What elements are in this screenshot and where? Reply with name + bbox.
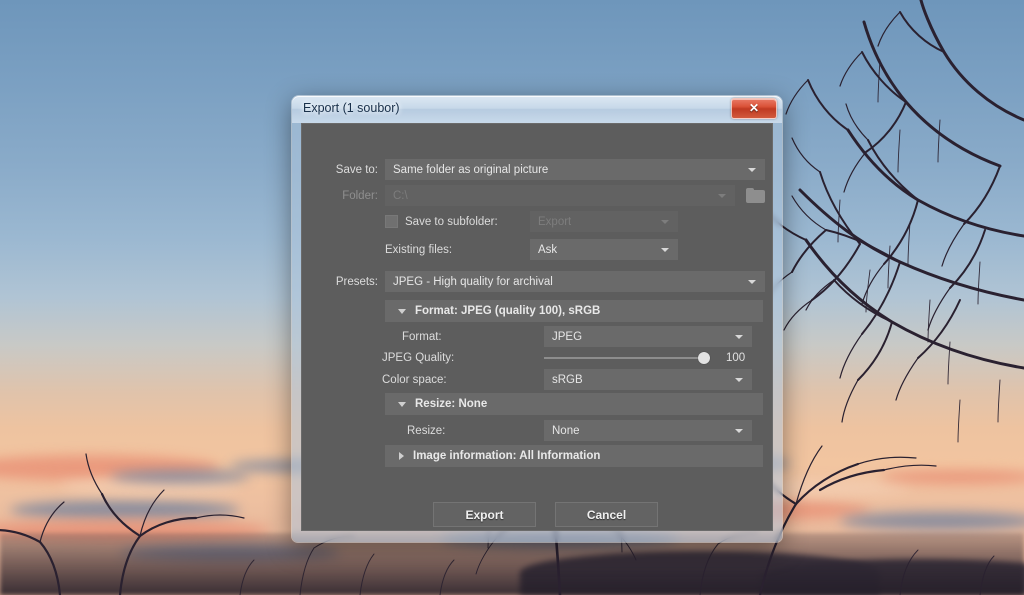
cloud (840, 512, 1024, 530)
close-button[interactable]: ✕ (731, 98, 777, 119)
color-space-label: Color space: (382, 373, 447, 386)
folder-row: Folder: C:\ (302, 185, 772, 206)
export-dialog: Export (1 soubor) ✕ Save to: Same folder… (292, 96, 782, 542)
chevron-down-icon (748, 167, 756, 172)
export-button[interactable]: Export (433, 502, 536, 527)
jpeg-quality-slider[interactable] (544, 350, 710, 366)
dialog-client-area: Save to: Same folder as original picture… (301, 123, 773, 531)
subfolder-name-combo[interactable]: Export (530, 211, 678, 232)
resize-combo[interactable]: None (544, 420, 752, 441)
presets-row: Presets: JPEG - High quality for archiva… (302, 271, 772, 292)
chevron-down-icon (718, 193, 726, 198)
chevron-down-icon (398, 308, 406, 314)
presets-label: Presets: (335, 275, 378, 288)
save-to-label: Save to: (335, 163, 378, 176)
resize-label: Resize: (407, 424, 446, 437)
save-to-subfolder-label: Save to subfolder: (405, 215, 498, 228)
cloud (110, 470, 250, 483)
format-combo[interactable]: JPEG (544, 326, 752, 347)
desktop-background: Export (1 soubor) ✕ Save to: Same folder… (0, 0, 1024, 595)
image-information-section-header[interactable]: Image information: All Information (385, 445, 763, 467)
chevron-down-icon (735, 428, 743, 433)
format-value: JPEG (552, 330, 583, 343)
slider-knob[interactable] (698, 351, 710, 364)
browse-folder-icon[interactable] (746, 188, 765, 203)
color-space-row: Color space: sRGB (302, 369, 772, 390)
chevron-down-icon (661, 219, 669, 224)
close-icon: ✕ (748, 101, 760, 115)
resize-section-title: Resize: None (415, 398, 488, 410)
resize-value: None (552, 424, 580, 437)
slider-track (544, 356, 710, 359)
existing-files-row: Existing files: Ask (302, 239, 772, 260)
subfolder-name-value: Export (538, 215, 572, 228)
existing-files-label: Existing files: (385, 243, 453, 256)
presets-combo[interactable]: JPEG - High quality for archival (385, 271, 765, 292)
jpeg-quality-label: JPEG Quality: (382, 351, 455, 364)
chevron-right-icon (399, 452, 404, 460)
presets-value: JPEG - High quality for archival (393, 275, 553, 288)
dialog-title: Export (1 soubor) (303, 101, 400, 115)
dialog-titlebar[interactable]: Export (1 soubor) ✕ (292, 96, 782, 123)
existing-files-value: Ask (538, 243, 558, 256)
existing-files-combo[interactable]: Ask (530, 239, 678, 260)
jpeg-quality-row: JPEG Quality: 100 (302, 347, 772, 368)
jpeg-quality-value: 100 (726, 351, 746, 364)
image-information-section-title: Image information: All Information (413, 450, 601, 462)
resize-section-header[interactable]: Resize: None (385, 393, 763, 415)
save-to-subfolder-checkbox[interactable] (385, 215, 398, 228)
cloud (10, 500, 240, 520)
folder-label: Folder: (342, 189, 378, 202)
chevron-down-icon (398, 401, 406, 407)
save-to-value: Same folder as original picture (393, 163, 549, 176)
format-label: Format: (402, 330, 442, 343)
chevron-down-icon (661, 247, 669, 252)
folder-value: C:\ (393, 189, 408, 202)
format-row: Format: JPEG (302, 326, 772, 347)
horizon (0, 533, 1024, 595)
save-to-combo[interactable]: Same folder as original picture (385, 159, 765, 180)
format-section-header[interactable]: Format: JPEG (quality 100), sRGB (385, 300, 763, 322)
format-section-title: Format: JPEG (quality 100), sRGB (415, 305, 601, 317)
chevron-down-icon (735, 334, 743, 339)
resize-row: Resize: None (302, 420, 772, 441)
cancel-button[interactable]: Cancel (555, 502, 658, 527)
chevron-down-icon (748, 279, 756, 284)
folder-combo[interactable]: C:\ (385, 185, 735, 206)
color-space-combo[interactable]: sRGB (544, 369, 752, 390)
save-to-row: Save to: Same folder as original picture (302, 159, 772, 180)
save-to-subfolder-row: Save to subfolder: Export (302, 211, 772, 232)
chevron-down-icon (735, 377, 743, 382)
color-space-value: sRGB (552, 373, 583, 386)
